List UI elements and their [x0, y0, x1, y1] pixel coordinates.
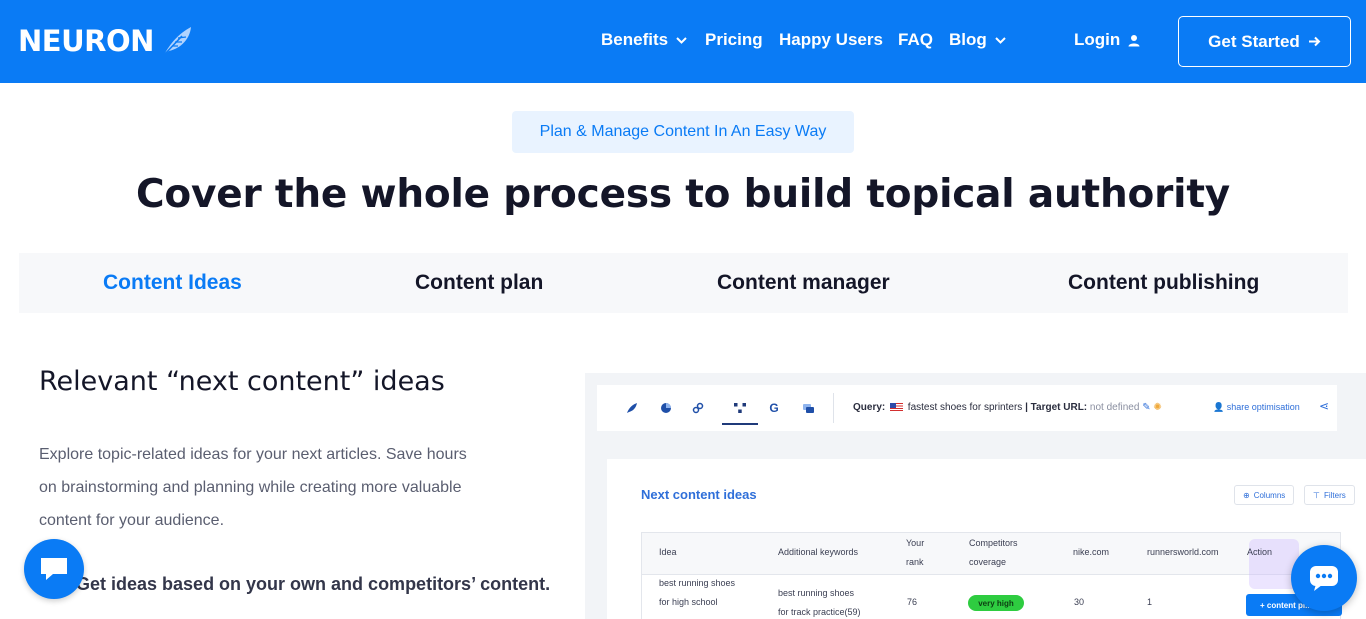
feature-title: Relevant “next content” ideas [39, 366, 445, 397]
google-icon: G [769, 401, 779, 415]
feature-tabs: Content Ideas Content plan Content manag… [19, 253, 1348, 313]
chat-bubble-icon [41, 558, 67, 580]
filters-label: Filters [1323, 490, 1346, 500]
chevron-down-icon [995, 36, 1006, 44]
site-header: NEURON Benefits Pricing Happy Users FAQ … [0, 0, 1366, 83]
brain-icon: ✺ [1153, 402, 1162, 413]
tab-content-manager[interactable]: Content manager [717, 253, 890, 313]
nav-faq-label: FAQ [898, 30, 933, 49]
page-title: Cover the whole process to build topical… [135, 172, 1231, 217]
login-link[interactable]: Login [1074, 30, 1140, 50]
filter-icon: ⊤ [1313, 490, 1320, 500]
login-label: Login [1074, 30, 1121, 49]
feature-description: Explore topic-related ideas for your nex… [39, 446, 467, 529]
chat-dots-icon [1310, 566, 1338, 591]
nav-pricing[interactable]: Pricing [705, 30, 763, 50]
query-value: fastest shoes for sprinters [907, 402, 1023, 413]
get-started-button[interactable]: Get Started [1178, 16, 1351, 67]
nav-benefits[interactable]: Benefits [601, 30, 687, 50]
brand-name: NEURON [18, 24, 154, 58]
row-idea-line2: for high school [659, 597, 718, 607]
col-your-rank-2[interactable]: rank [906, 553, 924, 572]
product-screenshot: G Query: fastest shoes for sprinters | T… [585, 373, 1366, 619]
nav-happy-users[interactable]: Happy Users [779, 30, 883, 50]
row-keyword-line1: best running shoes [778, 588, 855, 598]
network-icon [731, 399, 749, 417]
col-additional-keywords[interactable]: Additional keywords [778, 543, 858, 562]
link-icon [689, 399, 707, 417]
nav-pricing-label: Pricing [705, 30, 763, 49]
row-rank: 76 [907, 597, 918, 607]
panel-title: Next content ideas [641, 487, 757, 502]
nav-blog[interactable]: Blog [949, 30, 1006, 50]
section-tagline: Plan & Manage Content In An Easy Way [512, 111, 854, 153]
neuron-logo[interactable]: NEURON [18, 24, 194, 58]
row-idea-line1: best running shoes [659, 578, 736, 588]
col-competitors-2[interactable]: coverage [969, 553, 1006, 572]
ideas-panel: Next content ideas ⊕ Columns ⊤ Filters I… [607, 459, 1366, 619]
query-info: Query: fastest shoes for sprinters | Tar… [853, 402, 1162, 413]
columns-label: Columns [1253, 490, 1286, 500]
col-action: Action [1247, 547, 1273, 557]
user-icon: 👤 [1213, 402, 1225, 412]
share-label: share optimisation [1226, 402, 1300, 412]
nav-blog-label: Blog [949, 30, 987, 49]
tab-content-ideas[interactable]: Content Ideas [103, 253, 242, 313]
feather-icon [623, 399, 641, 417]
tab-content-plan[interactable]: Content plan [415, 253, 543, 313]
get-started-label: Get Started [1208, 31, 1300, 51]
col-your-rank-1[interactable]: Your [906, 534, 924, 553]
row-keyword-line2: for track practice(59) [778, 607, 861, 617]
columns-icon: ⊕ [1243, 490, 1250, 500]
col-nike[interactable]: nike.com [1073, 543, 1109, 562]
app-toolbar: G Query: fastest shoes for sprinters | T… [597, 385, 1337, 431]
support-chat-button[interactable] [1291, 545, 1357, 611]
user-icon [1128, 34, 1140, 46]
row-runnersworld: 1 [1147, 597, 1153, 607]
share-icon[interactable]: ⋖ [1319, 399, 1329, 413]
tab-content-publishing[interactable]: Content publishing [1068, 253, 1259, 313]
col-competitors-1[interactable]: Competitors [969, 534, 1018, 553]
arrow-right-icon [1308, 36, 1321, 47]
us-flag-icon [890, 403, 904, 411]
filters-button[interactable]: ⊤ Filters [1304, 485, 1355, 505]
chevron-down-icon [676, 36, 687, 44]
feature-bullet: Get ideas based on your own and competit… [76, 574, 551, 594]
query-label: Query: [853, 402, 886, 413]
share-optimisation-link[interactable]: 👤 share optimisation [1213, 402, 1300, 413]
nav-benefits-label: Benefits [601, 30, 669, 49]
nav-happy-users-label: Happy Users [779, 30, 883, 49]
edit-icon[interactable]: ✎ [1142, 402, 1150, 413]
col-runnersworld[interactable]: runnersworld.com [1147, 543, 1219, 562]
target-url-value: not defined [1089, 402, 1140, 413]
active-tool-underline [722, 423, 758, 425]
chat-icon [799, 399, 817, 417]
columns-button[interactable]: ⊕ Columns [1234, 485, 1295, 505]
nav-faq[interactable]: FAQ [898, 30, 933, 50]
pie-chart-icon [657, 399, 675, 417]
chat-widget-button[interactable] [24, 539, 84, 599]
target-url-label: | Target URL: [1025, 402, 1088, 413]
col-idea[interactable]: Idea [659, 543, 677, 562]
ideas-table: Idea Additional keywords Your rank Compe… [641, 532, 1342, 619]
row-nike: 30 [1074, 597, 1085, 607]
feather-icon [163, 27, 191, 56]
coverage-badge: very high [968, 595, 1024, 611]
toolbar-divider [833, 393, 834, 423]
